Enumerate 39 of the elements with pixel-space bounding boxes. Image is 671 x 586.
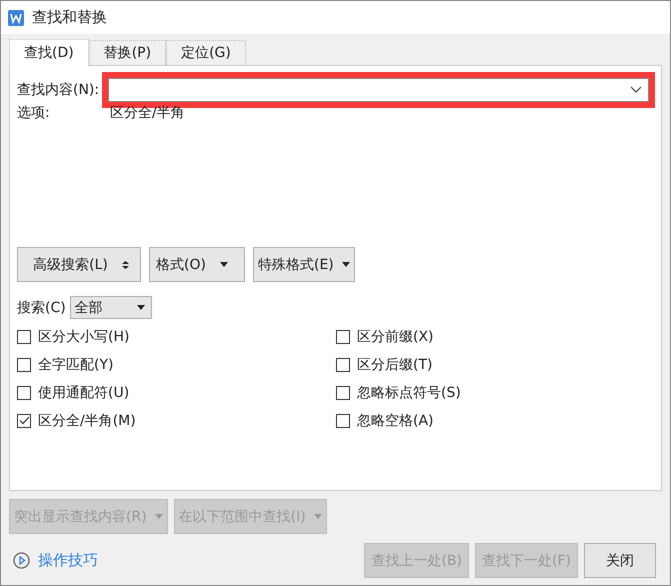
checkbox[interactable] bbox=[336, 386, 350, 400]
toolbar-button[interactable]: 特殊格式(E) bbox=[253, 247, 355, 282]
checkbox-label: 忽略标点符号(S) bbox=[357, 384, 461, 402]
checkbox[interactable] bbox=[17, 386, 31, 400]
tab[interactable]: 查找(D) bbox=[9, 39, 89, 66]
checkbox-label: 全字匹配(Y) bbox=[38, 356, 114, 374]
checkbox-label: 区分后缀(T) bbox=[357, 356, 432, 374]
search-scope-select[interactable]: 全部 bbox=[70, 296, 152, 319]
checkbox-label: 区分全/半角(M) bbox=[38, 412, 136, 430]
collapse-icon bbox=[122, 260, 129, 268]
checkbox-label: 区分前缀(X) bbox=[357, 328, 434, 346]
tab[interactable]: 替换(P) bbox=[88, 40, 166, 65]
checkbox[interactable] bbox=[336, 330, 350, 344]
app-logo-icon bbox=[8, 10, 24, 26]
caret-icon bbox=[220, 262, 228, 267]
caret-icon bbox=[154, 514, 163, 519]
action-button[interactable]: 关闭 bbox=[584, 543, 656, 578]
find-label: 查找内容(N): bbox=[17, 81, 100, 99]
checkbox[interactable] bbox=[17, 414, 31, 428]
dropdown-icon bbox=[630, 86, 642, 94]
toolbar-button[interactable]: 格式(O) bbox=[149, 247, 245, 282]
search-scope-label: 搜索(C) bbox=[17, 298, 66, 316]
caret-icon bbox=[136, 305, 145, 310]
checkbox[interactable] bbox=[17, 358, 31, 372]
checkbox[interactable] bbox=[336, 358, 350, 372]
checkbox[interactable] bbox=[17, 330, 31, 344]
window-title: 查找和替换 bbox=[32, 8, 107, 27]
checkbox-label: 使用通配符(U) bbox=[38, 384, 130, 402]
checkbox-label: 区分大小写(H) bbox=[38, 328, 130, 346]
caret-icon bbox=[314, 514, 322, 519]
options-label: 选项: bbox=[17, 104, 51, 122]
caret-icon bbox=[342, 262, 350, 267]
play-icon bbox=[13, 552, 30, 569]
tab[interactable]: 定位(G) bbox=[166, 40, 246, 65]
options-value: 区分全/半角 bbox=[110, 104, 185, 122]
toolbar-button[interactable]: 高级搜索(L) bbox=[17, 247, 141, 282]
checkbox-label: 忽略空格(A) bbox=[357, 412, 434, 430]
checkbox[interactable] bbox=[336, 414, 350, 428]
tips-link[interactable]: 操作技巧 bbox=[38, 551, 98, 570]
